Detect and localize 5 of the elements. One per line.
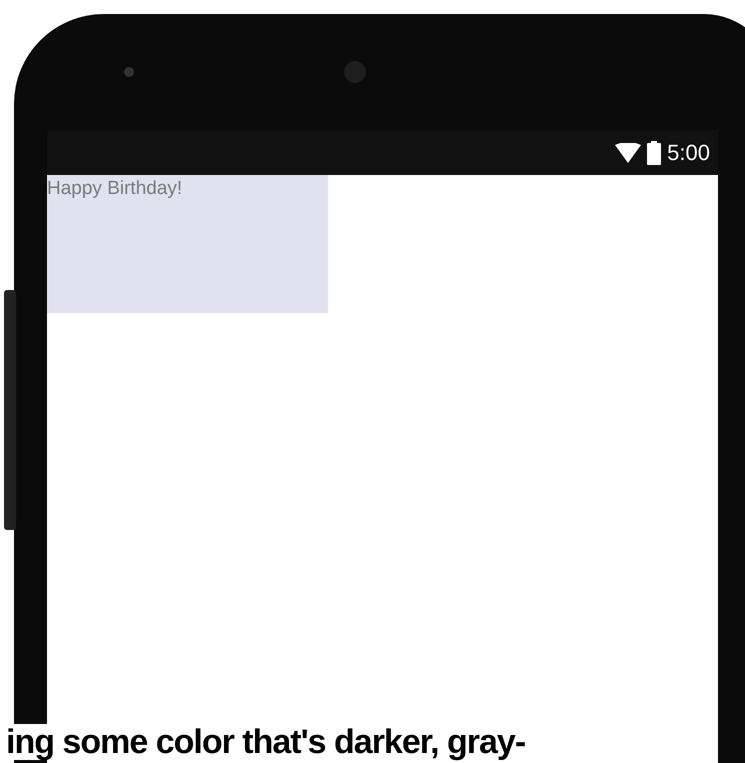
wifi-icon (615, 142, 642, 162)
clock-time: 5:00 (667, 140, 710, 166)
text-view: Happy Birthday! (47, 175, 328, 313)
sensor-icon (124, 67, 134, 77)
battery-icon (647, 140, 662, 164)
